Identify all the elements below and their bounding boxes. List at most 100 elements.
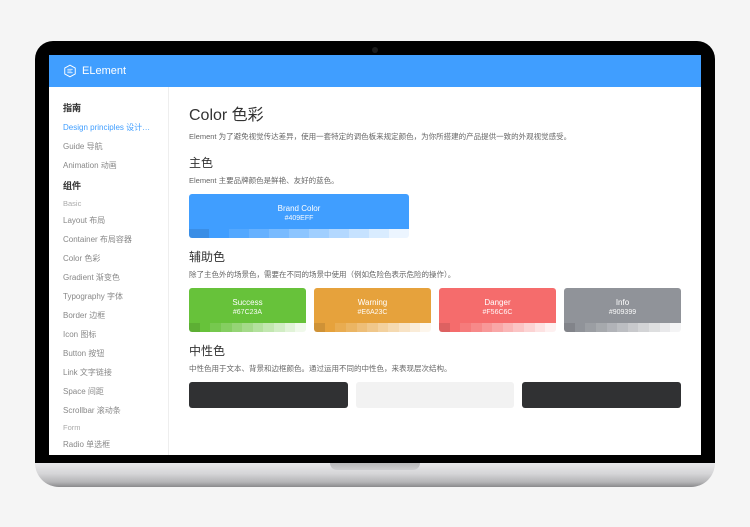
shade-swatch[interactable] [242, 323, 253, 332]
shade-strip [314, 323, 431, 332]
sidebar-item[interactable]: Space 间距 [49, 382, 168, 401]
shade-swatch[interactable] [513, 323, 524, 332]
shade-swatch[interactable] [596, 323, 607, 332]
sidebar: 指南 Design principles 设计原则Guide 导航Animati… [49, 87, 169, 455]
section-desc-primary: Element 主要品牌颜色是鲜艳、友好的蓝色。 [189, 175, 681, 186]
shade-swatch[interactable] [232, 323, 243, 332]
shade-swatch[interactable] [221, 323, 232, 332]
sidebar-item[interactable]: Design principles 设计原则 [49, 118, 168, 137]
info-color-card[interactable]: Info#909399 [564, 288, 681, 332]
danger-color-card[interactable]: Danger#F56C6C [439, 288, 556, 332]
shade-swatch[interactable] [585, 323, 596, 332]
color-hex: #F56C6C [439, 308, 556, 317]
shade-swatch[interactable] [229, 229, 249, 238]
shade-strip [439, 323, 556, 332]
shade-swatch[interactable] [309, 229, 329, 238]
color-swatch: Success#67C23A [189, 288, 306, 323]
shade-swatch[interactable] [575, 323, 586, 332]
shade-swatch[interactable] [269, 229, 289, 238]
shade-swatch[interactable] [249, 229, 269, 238]
sidebar-item[interactable]: Guide 导航 [49, 137, 168, 156]
shade-swatch[interactable] [545, 323, 556, 332]
shade-swatch[interactable] [564, 323, 575, 332]
laptop-screen: ELement 指南 Design principles 设计原则Guide 导… [35, 41, 715, 463]
app-window: ELement 指南 Design principles 设计原则Guide 导… [49, 55, 701, 455]
shade-swatch[interactable] [325, 323, 336, 332]
shade-swatch[interactable] [638, 323, 649, 332]
shade-swatch[interactable] [263, 323, 274, 332]
shade-swatch[interactable] [295, 323, 306, 332]
shade-swatch[interactable] [649, 323, 660, 332]
shade-swatch[interactable] [482, 323, 493, 332]
shade-swatch[interactable] [289, 229, 309, 238]
shade-swatch[interactable] [471, 323, 482, 332]
brand-color-card[interactable]: Brand Color #409EFF [189, 194, 409, 238]
shade-swatch[interactable] [329, 229, 349, 238]
color-hex: #67C23A [189, 308, 306, 317]
shade-swatch[interactable] [369, 229, 389, 238]
brand-logo[interactable]: ELement [63, 64, 126, 78]
sidebar-sub-basic: Basic [49, 196, 168, 211]
color-hex: #909399 [564, 308, 681, 317]
shade-swatch[interactable] [660, 323, 671, 332]
sidebar-item[interactable]: Scrollbar 滚动条 [49, 401, 168, 420]
shade-swatch[interactable] [314, 323, 325, 332]
shade-strip [189, 323, 306, 332]
aux-color-row: Success#67C23AWarning#E6A23CDanger#F56C6… [189, 288, 681, 332]
warning-color-card[interactable]: Warning#E6A23C [314, 288, 431, 332]
neutral-swatch-dark[interactable] [189, 382, 348, 408]
shade-swatch[interactable] [628, 323, 639, 332]
shade-swatch[interactable] [535, 323, 546, 332]
shade-swatch[interactable] [439, 323, 450, 332]
sidebar-item[interactable]: Link 文字链接 [49, 363, 168, 382]
shade-swatch[interactable] [378, 323, 389, 332]
shade-swatch[interactable] [410, 323, 421, 332]
shade-swatch[interactable] [346, 323, 357, 332]
sidebar-item[interactable]: Container 布局容器 [49, 230, 168, 249]
shade-swatch[interactable] [670, 323, 681, 332]
shade-swatch[interactable] [189, 229, 209, 238]
sidebar-item[interactable]: Typography 字体 [49, 287, 168, 306]
sidebar-item[interactable]: Icon 图标 [49, 325, 168, 344]
shade-swatch[interactable] [189, 323, 200, 332]
shade-swatch[interactable] [492, 323, 503, 332]
shade-swatch[interactable] [460, 323, 471, 332]
shade-swatch[interactable] [335, 323, 346, 332]
laptop-base [35, 463, 715, 487]
neutral-swatch-light[interactable] [356, 382, 515, 408]
success-color-card[interactable]: Success#67C23A [189, 288, 306, 332]
shade-swatch[interactable] [389, 229, 409, 238]
shade-swatch[interactable] [349, 229, 369, 238]
sidebar-item[interactable]: Border 边框 [49, 306, 168, 325]
color-swatch: Warning#E6A23C [314, 288, 431, 323]
section-desc-neutral: 中性色用于文本、背景和边框颜色。通过运用不同的中性色，来表现层次结构。 [189, 363, 681, 374]
sidebar-item[interactable]: Button 按钮 [49, 344, 168, 363]
sidebar-item[interactable]: Layout 布局 [49, 211, 168, 230]
sidebar-item[interactable]: Gradient 渐变色 [49, 268, 168, 287]
shade-swatch[interactable] [607, 323, 618, 332]
shade-swatch[interactable] [524, 323, 535, 332]
brand-color-hex: #409EFF [189, 214, 409, 223]
sidebar-item[interactable]: Color 色彩 [49, 249, 168, 268]
shade-swatch[interactable] [367, 323, 378, 332]
sidebar-item[interactable]: Radio 单选框 [49, 435, 168, 454]
shade-swatch[interactable] [503, 323, 514, 332]
shade-swatch[interactable] [285, 323, 296, 332]
shade-swatch[interactable] [210, 323, 221, 332]
shade-swatch[interactable] [253, 323, 264, 332]
section-desc-aux: 除了主色外的场景色，需要在不同的场景中使用（例如危险色表示危险的操作）。 [189, 269, 681, 280]
shade-swatch[interactable] [399, 323, 410, 332]
camera-icon [372, 47, 378, 53]
shade-swatch[interactable] [357, 323, 368, 332]
brand-shade-strip [189, 229, 409, 238]
shade-swatch[interactable] [200, 323, 211, 332]
shade-swatch[interactable] [274, 323, 285, 332]
neutral-swatch-dark-2[interactable] [522, 382, 681, 408]
shade-swatch[interactable] [209, 229, 229, 238]
color-name: Warning [314, 298, 431, 308]
shade-swatch[interactable] [617, 323, 628, 332]
shade-swatch[interactable] [450, 323, 461, 332]
sidebar-item[interactable]: Animation 动画 [49, 156, 168, 175]
shade-swatch[interactable] [420, 323, 431, 332]
shade-swatch[interactable] [388, 323, 399, 332]
